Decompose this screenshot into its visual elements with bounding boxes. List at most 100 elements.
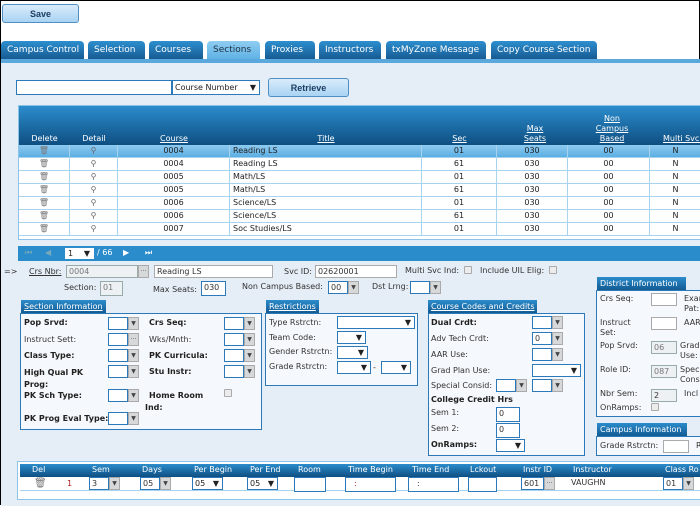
uil-elig-checkbox[interactable] xyxy=(549,266,557,274)
type-rstrctn-select[interactable]: ▼ xyxy=(337,316,415,329)
chevron-down-icon[interactable]: ▼ xyxy=(552,379,563,392)
col-multi-svc[interactable]: Multi Svc Ind xyxy=(663,134,700,143)
multi-svc-checkbox[interactable] xyxy=(464,266,472,274)
next-page-icon[interactable]: ▶ xyxy=(123,248,129,257)
magnifier-icon[interactable]: ⚲ xyxy=(70,145,118,157)
chevron-down-icon[interactable]: ▼ xyxy=(683,477,694,490)
trash-icon[interactable]: 🗑 xyxy=(19,184,70,196)
grade-from-select[interactable]: ▼ xyxy=(337,361,371,374)
chevron-down-icon[interactable]: ▼ xyxy=(244,317,255,330)
campus-grade-field[interactable] xyxy=(663,440,689,453)
chevron-down-icon[interactable]: ▼ xyxy=(109,477,120,490)
days-select[interactable]: 05 xyxy=(140,477,160,490)
chevron-down-icon[interactable]: ▼ xyxy=(552,332,563,345)
pop-srvd-select[interactable] xyxy=(108,317,128,330)
grad-plan-select[interactable]: ▼ xyxy=(532,364,581,377)
max-seats-field[interactable]: 030 xyxy=(201,281,226,296)
course-codes-title[interactable]: Course Codes and Credits xyxy=(428,300,538,313)
chevron-down-icon[interactable]: ▼ xyxy=(244,365,255,378)
course-title-field[interactable]: Reading LS xyxy=(154,265,273,278)
table-row[interactable]: 🗑 ⚲ 0007 Soc Studies/LS 01 030 00 N xyxy=(19,223,700,236)
sem-select[interactable]: 3 xyxy=(89,477,109,490)
dst-lrng-select[interactable] xyxy=(410,281,430,294)
adv-tech-select[interactable]: 0 xyxy=(532,332,552,345)
tab-courses[interactable]: Courses xyxy=(149,41,203,59)
magnifier-icon[interactable]: ⚲ xyxy=(70,197,118,209)
retrieve-button[interactable]: Retrieve xyxy=(268,78,349,97)
page-select[interactable]: 1 ▼ xyxy=(65,248,94,259)
pk-sch-select[interactable] xyxy=(108,389,128,402)
instruct-sett-field[interactable] xyxy=(108,333,128,346)
class-room-select[interactable]: 01 xyxy=(663,477,683,490)
chevron-down-icon[interactable]: ▼ xyxy=(160,477,171,490)
per-end-select[interactable]: 05 ▼ xyxy=(247,477,278,490)
chevron-down-icon[interactable]: ▼ xyxy=(128,349,139,362)
table-row[interactable]: 🗑 ⚲ 0006 Science/LS 61 030 00 N xyxy=(19,210,700,223)
per-begin-select[interactable]: 05 ▼ xyxy=(192,477,223,490)
trash-icon[interactable]: 🗑 xyxy=(19,210,70,222)
home-room-checkbox[interactable] xyxy=(224,389,232,397)
onramps-select[interactable]: ▼ xyxy=(496,439,525,452)
gender-rstrctn-select[interactable]: ▼ xyxy=(337,346,368,359)
tab-selection[interactable]: Selection xyxy=(88,41,145,59)
time-begin-field[interactable]: : xyxy=(345,477,396,492)
grade-to-select[interactable]: ▼ xyxy=(381,361,411,374)
crs-nbr-field[interactable]: 0004 xyxy=(66,265,138,278)
non-campus-select[interactable]: 00 xyxy=(328,281,348,294)
tab-copy-course-section[interactable]: Copy Course Section xyxy=(491,41,597,59)
last-page-icon[interactable]: ⏭ xyxy=(145,248,152,258)
magnifier-icon[interactable]: ⚲ xyxy=(70,223,118,235)
trash-icon[interactable]: 🗑 xyxy=(19,171,70,183)
special-consid-2[interactable] xyxy=(532,379,552,392)
col-non-campus[interactable]: Non Campus Based xyxy=(596,114,629,143)
tab-instructors[interactable]: Instructors xyxy=(319,41,381,59)
wks-select[interactable] xyxy=(224,333,244,346)
room-field[interactable] xyxy=(294,477,326,492)
chevron-down-icon[interactable]: ▼ xyxy=(128,317,139,330)
magnifier-icon[interactable]: ⚲ xyxy=(70,210,118,222)
section-info-title[interactable]: Section Information xyxy=(21,300,106,313)
chevron-down-icon[interactable]: ▼ xyxy=(128,365,139,378)
tab-txmyzone-message[interactable]: txMyZone Message xyxy=(386,41,486,59)
chevron-down-icon[interactable]: ▼ xyxy=(516,379,527,392)
magnifier-icon[interactable]: ⚲ xyxy=(70,158,118,170)
special-consid-1[interactable] xyxy=(496,379,516,392)
instr-id-field[interactable]: 601 xyxy=(521,477,544,490)
chevron-down-icon[interactable]: ▼ xyxy=(552,348,563,361)
chevron-down-icon[interactable]: ▼ xyxy=(244,333,255,346)
trash-icon[interactable]: 🗑 xyxy=(34,478,47,489)
ellipsis-icon[interactable]: ··· xyxy=(544,477,555,490)
lckout-field[interactable] xyxy=(468,477,497,492)
team-code-select[interactable]: ▼ xyxy=(337,331,366,344)
search-filter-select[interactable]: Course Number ▼ xyxy=(172,80,260,95)
crs-seq-select[interactable] xyxy=(224,317,244,330)
aar-use-select[interactable] xyxy=(532,348,552,361)
table-row[interactable]: 🗑 ⚲ 0004 Reading LS 61 030 00 N xyxy=(19,158,700,171)
first-page-icon[interactable]: ⏮ xyxy=(25,248,32,258)
table-row[interactable]: 🗑 ⚲ 0006 Science/LS 01 030 00 N xyxy=(19,197,700,210)
tab-sections[interactable]: Sections xyxy=(207,41,260,59)
table-row[interactable]: 🗑 ⚲ 0004 Reading LS 01 030 00 N xyxy=(19,145,700,158)
pk-curr-select[interactable] xyxy=(224,349,244,362)
trash-icon[interactable]: 🗑 xyxy=(19,223,70,235)
tab-campus-control[interactable]: Campus Control xyxy=(1,41,84,59)
class-type-select[interactable] xyxy=(108,349,128,362)
tab-proxies[interactable]: Proxies xyxy=(265,41,315,59)
chevron-down-icon[interactable]: ▼ xyxy=(348,281,359,294)
chevron-down-icon[interactable]: ▼ xyxy=(430,281,441,294)
pk-eval-select[interactable] xyxy=(108,412,128,425)
col-max-seats[interactable]: Max Seats xyxy=(524,124,546,143)
save-button[interactable]: Save xyxy=(2,4,79,23)
col-course[interactable]: Course xyxy=(160,134,188,143)
time-end-field[interactable]: : xyxy=(408,477,459,492)
trash-icon[interactable]: 🗑 xyxy=(19,158,70,170)
trash-icon[interactable]: 🗑 xyxy=(19,145,70,157)
table-row[interactable]: 🗑 ⚲ 0005 Math/LS 01 030 00 N xyxy=(19,171,700,184)
table-row[interactable]: 🗑 ⚲ 0005 Math/LS 61 030 00 N xyxy=(19,184,700,197)
col-sec[interactable]: Sec xyxy=(452,134,466,143)
svc-id-field[interactable]: 02620001 xyxy=(315,265,397,278)
col-title[interactable]: Title xyxy=(317,134,334,143)
restrictions-title[interactable]: Restrictions xyxy=(266,300,319,313)
crs-nbr-label[interactable]: Crs Nbr: xyxy=(29,267,62,277)
chevron-down-icon[interactable]: ▼ xyxy=(244,349,255,362)
